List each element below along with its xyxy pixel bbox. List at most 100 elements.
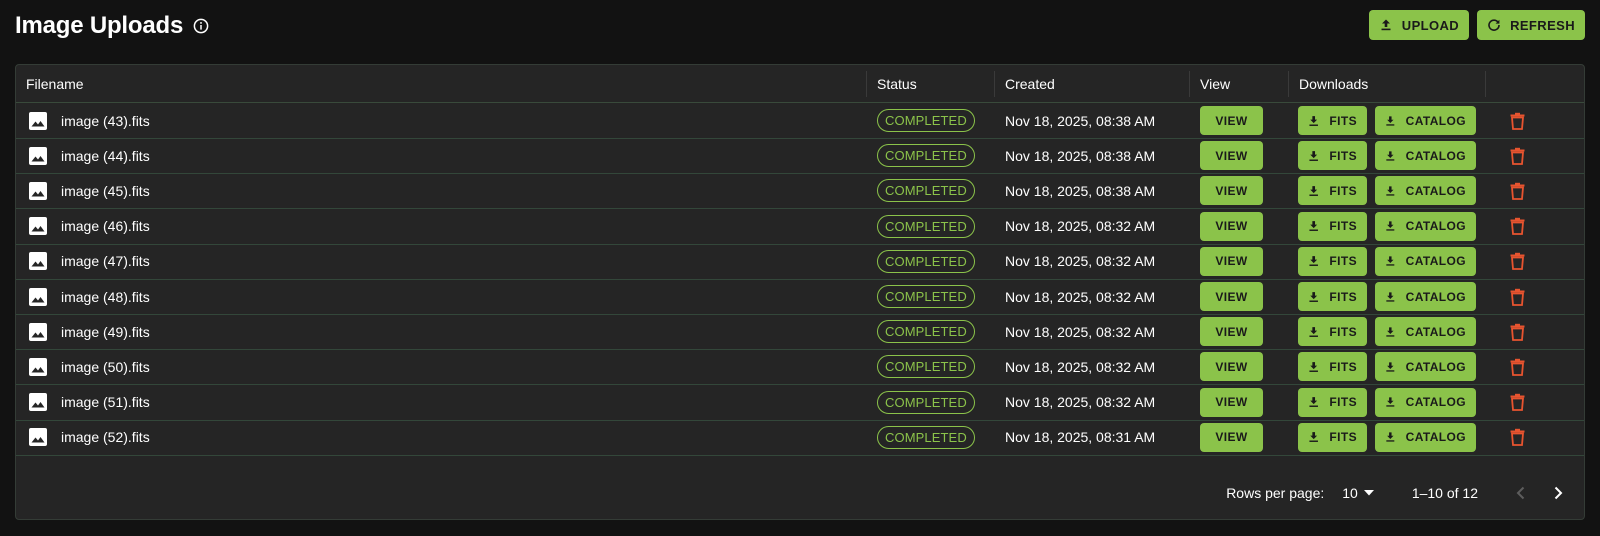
download-catalog-button[interactable]: CATALOG xyxy=(1375,422,1476,452)
column-header-created[interactable]: Created xyxy=(995,65,1055,103)
download-catalog-button[interactable]: CATALOG xyxy=(1375,176,1476,206)
download-fits-button[interactable]: FITS xyxy=(1298,176,1367,206)
column-header-downloads[interactable]: Downloads xyxy=(1289,65,1368,103)
trash-icon[interactable] xyxy=(1509,217,1526,235)
view-button[interactable]: VIEW xyxy=(1200,176,1263,206)
filename[interactable]: image (50).fits xyxy=(61,359,150,375)
trash-icon[interactable] xyxy=(1509,323,1526,341)
filename[interactable]: image (45).fits xyxy=(61,183,150,199)
trash-icon[interactable] xyxy=(1509,182,1526,200)
trash-icon[interactable] xyxy=(1509,252,1526,271)
trash-icon[interactable] xyxy=(1509,393,1526,411)
column-header-status[interactable]: Status xyxy=(867,65,917,103)
table-row: image (51).fits COMPLETED Nov 18, 2025, 08… xyxy=(16,385,1584,421)
download-icon xyxy=(1309,291,1318,302)
download-icon xyxy=(1309,150,1318,161)
trash-icon[interactable] xyxy=(1509,147,1526,165)
download-catalog-button[interactable]: CATALOG xyxy=(1375,211,1476,241)
filename-cell: image (52).fits xyxy=(28,420,150,455)
next-page-button[interactable] xyxy=(1546,481,1570,505)
trash-icon[interactable] xyxy=(1509,112,1526,130)
downloads-cell: FITS CATALOG xyxy=(1298,103,1476,138)
view-cell: VIEW xyxy=(1200,349,1263,384)
filename[interactable]: image (44).fits xyxy=(61,148,150,164)
download-fits-button[interactable]: FITS xyxy=(1298,352,1367,382)
upload-icon xyxy=(1381,19,1391,31)
delete-cell xyxy=(1509,173,1526,208)
download-catalog-label: CATALOG xyxy=(1405,254,1466,269)
view-button[interactable]: VIEW xyxy=(1200,317,1263,347)
download-fits-button[interactable]: FITS xyxy=(1298,422,1367,452)
download-fits-label: FITS xyxy=(1329,219,1357,234)
filename[interactable]: image (48).fits xyxy=(61,289,150,305)
uploads-table: Filename Status Created View Downloads i… xyxy=(15,64,1585,520)
view-button[interactable]: VIEW xyxy=(1200,352,1263,382)
filename[interactable]: image (43).fits xyxy=(61,113,150,129)
rows-per-page-select[interactable]: 10 xyxy=(1342,485,1374,501)
filename-cell: image (48).fits xyxy=(28,279,150,314)
status-cell: COMPLETED xyxy=(877,173,975,208)
download-fits-button[interactable]: FITS xyxy=(1298,387,1367,417)
refresh-button-label: REFRESH xyxy=(1510,17,1575,33)
caret-down-icon xyxy=(1363,489,1374,495)
status-badge: COMPLETED xyxy=(877,249,975,273)
trash-icon[interactable] xyxy=(1509,358,1526,376)
filename-cell: image (49).fits xyxy=(28,314,150,349)
created-cell: Nov 18, 2025, 08:31 AM xyxy=(1005,420,1155,455)
column-header-filename[interactable]: Filename xyxy=(16,65,84,103)
upload-button[interactable]: UPLOAD xyxy=(1368,10,1470,40)
download-catalog-label: CATALOG xyxy=(1405,113,1466,128)
download-catalog-button[interactable]: CATALOG xyxy=(1375,106,1476,135)
filename[interactable]: image (46).fits xyxy=(61,218,150,234)
view-button[interactable]: VIEW xyxy=(1200,141,1263,171)
created-timestamp: Nov 18, 2025, 08:31 AM xyxy=(1005,429,1156,446)
download-icon xyxy=(1309,115,1318,126)
pagination-range: 1–10 of 12 xyxy=(1411,484,1478,501)
view-button[interactable]: VIEW xyxy=(1200,106,1263,135)
info-icon[interactable] xyxy=(193,18,209,34)
column-header-view[interactable]: View xyxy=(1190,65,1230,103)
download-catalog-button[interactable]: CATALOG xyxy=(1375,387,1476,417)
image-icon xyxy=(29,146,47,165)
page-title: Image Uploads xyxy=(15,12,184,39)
download-fits-button[interactable]: FITS xyxy=(1298,282,1367,311)
download-fits-button[interactable]: FITS xyxy=(1298,106,1367,135)
trash-icon[interactable] xyxy=(1509,288,1526,306)
download-catalog-button[interactable]: CATALOG xyxy=(1375,141,1476,171)
status-badge: COMPLETED xyxy=(877,425,975,449)
refresh-button[interactable]: REFRESH xyxy=(1477,10,1585,40)
download-fits-button[interactable]: FITS xyxy=(1298,141,1367,171)
trash-icon[interactable] xyxy=(1509,428,1526,447)
created-cell: Nov 18, 2025, 08:32 AM xyxy=(1005,349,1155,384)
downloads-cell: FITS CATALOG xyxy=(1298,209,1476,244)
filename[interactable]: image (49).fits xyxy=(61,324,150,340)
created-timestamp: Nov 18, 2025, 08:38 AM xyxy=(1005,182,1156,199)
download-catalog-button[interactable]: CATALOG xyxy=(1375,352,1476,382)
image-uploads-page: Image Uploads UPLOAD REFRESH Filename St… xyxy=(0,0,1600,536)
download-icon xyxy=(1386,186,1395,196)
view-button[interactable]: VIEW xyxy=(1200,211,1263,241)
download-catalog-button[interactable]: CATALOG xyxy=(1375,246,1476,276)
view-button[interactable]: VIEW xyxy=(1200,387,1263,417)
download-fits-button[interactable]: FITS xyxy=(1298,317,1367,347)
download-catalog-button[interactable]: CATALOG xyxy=(1375,282,1476,311)
previous-page-button[interactable] xyxy=(1508,481,1532,505)
image-icon xyxy=(29,111,47,130)
download-catalog-label: CATALOG xyxy=(1405,148,1466,163)
download-icon xyxy=(1309,326,1318,337)
status-cell: COMPLETED xyxy=(877,244,975,279)
filename[interactable]: image (52).fits xyxy=(61,429,150,445)
download-catalog-button[interactable]: CATALOG xyxy=(1375,317,1476,347)
filename[interactable]: image (47).fits xyxy=(61,253,150,269)
image-icon xyxy=(29,181,47,200)
filename[interactable]: image (51).fits xyxy=(61,394,150,410)
view-cell: VIEW xyxy=(1200,420,1263,455)
download-fits-button[interactable]: FITS xyxy=(1298,246,1367,276)
table-row: image (52).fits COMPLETED Nov 18, 2025, 08… xyxy=(16,420,1584,456)
download-fits-button[interactable]: FITS xyxy=(1298,211,1367,241)
view-button[interactable]: VIEW xyxy=(1200,246,1263,276)
view-button[interactable]: VIEW xyxy=(1200,282,1263,311)
chevron-left-icon xyxy=(1516,486,1524,499)
column-divider[interactable] xyxy=(1485,71,1486,97)
view-button[interactable]: VIEW xyxy=(1200,422,1263,452)
